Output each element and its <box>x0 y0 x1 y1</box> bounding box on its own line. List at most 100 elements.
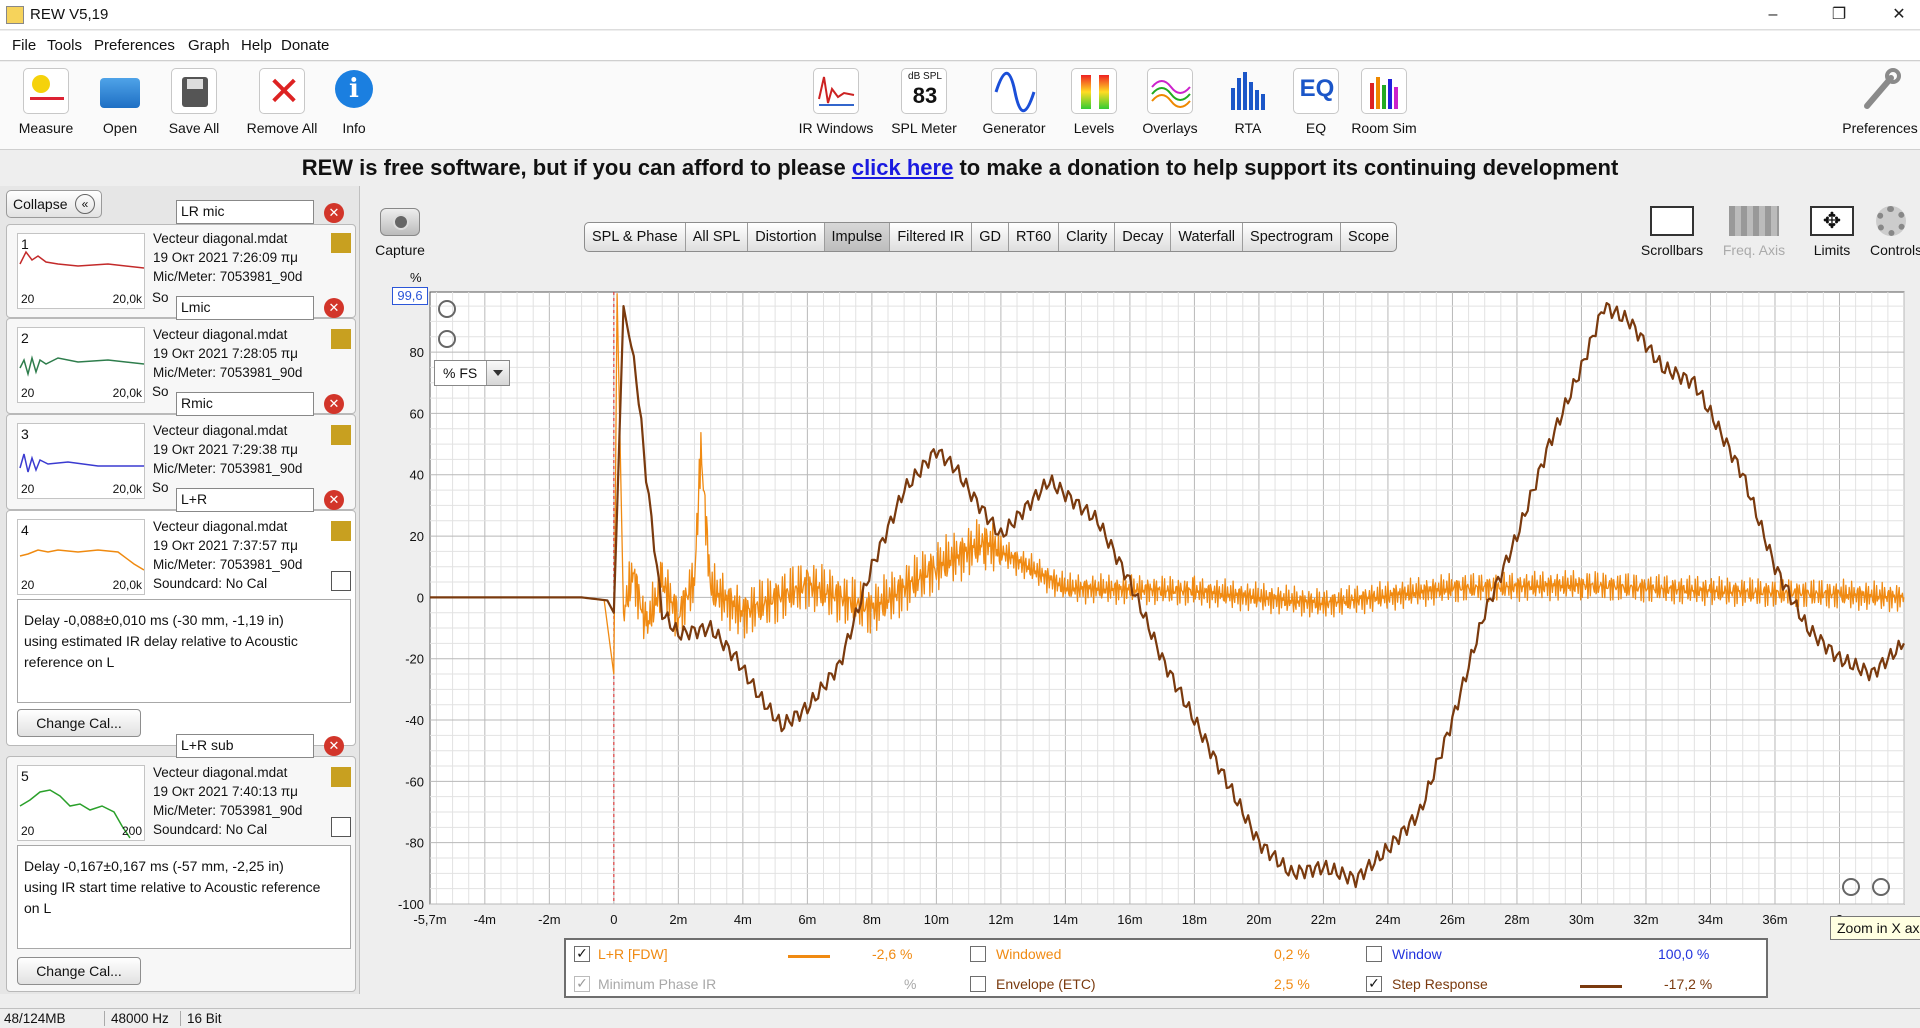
delay-description: Delay -0,088±0,010 ms (-30 mm, -1,19 in)… <box>17 599 351 703</box>
notes-icon[interactable] <box>331 571 351 591</box>
change-cal-button[interactable]: Change Cal... <box>17 957 141 985</box>
x-tick-label: 30m <box>1569 912 1594 927</box>
ir-windows-icon <box>813 68 859 114</box>
thumbnail-4: 4 20 20,0k <box>17 519 145 595</box>
notes-icon[interactable] <box>331 817 351 837</box>
capture-button[interactable]: Capture <box>372 204 428 258</box>
controls-button[interactable]: Controls <box>1860 206 1920 258</box>
tab-gd[interactable]: GD <box>972 223 1009 251</box>
tab-clarity[interactable]: Clarity <box>1059 223 1116 251</box>
soundcard: Soundcard: No Cal <box>153 822 268 837</box>
zoom-in-y-icon[interactable] <box>438 300 456 318</box>
ir-windows-button[interactable]: IR Windows <box>788 64 884 144</box>
freq-axis-button: Freq. Axis <box>1714 206 1794 258</box>
scrollbars-button[interactable]: Scrollbars <box>1632 206 1712 258</box>
spl-meter-icon: dB SPL 83 <box>901 68 947 114</box>
color-icon[interactable] <box>331 233 351 253</box>
x-tick-label: 16m <box>1117 912 1142 927</box>
tab-filtered-ir[interactable]: Filtered IR <box>890 223 973 251</box>
sample-rate-status: 48000 Hz <box>104 1011 169 1026</box>
camera-icon <box>380 208 420 236</box>
thumbnail-1: 1 20 20,0k <box>17 233 145 309</box>
collapse-icon: « <box>75 194 95 214</box>
tab-rt60[interactable]: RT60 <box>1009 223 1060 251</box>
app-icon <box>6 6 24 24</box>
trace-checkbox-windowed[interactable] <box>970 946 986 962</box>
remove-measurement-icon[interactable]: ✕ <box>324 736 344 756</box>
measurement-name-4[interactable]: L+R <box>176 488 314 512</box>
thumbnail-2: 2 20 20,0k <box>17 327 145 403</box>
measurement-card-4[interactable]: 4 20 20,0k Vecteur diagonal.mdat 19 Окт … <box>6 510 356 746</box>
tab-waterfall[interactable]: Waterfall <box>1171 223 1244 251</box>
menu-help[interactable]: Help <box>241 37 272 54</box>
file-name: Vecteur diagonal.mdat <box>153 231 288 246</box>
color-icon[interactable] <box>331 767 351 787</box>
chevron-down-icon[interactable] <box>486 361 509 385</box>
gear-icon <box>1876 206 1906 236</box>
menu-graph[interactable]: Graph <box>188 37 230 54</box>
tab-decay[interactable]: Decay <box>1115 223 1172 251</box>
x-tick-label: 26m <box>1440 912 1465 927</box>
trace-checkbox-envelope[interactable] <box>970 976 986 992</box>
banner-text-before: REW is free software, but if you can aff… <box>301 155 846 180</box>
zoom-out-y-icon[interactable] <box>438 330 456 348</box>
trace-legend: ✓ L+R [FDW] -2,6 % ✓ Minimum Phase IR % … <box>564 938 1768 998</box>
menu-file[interactable]: File <box>12 37 36 54</box>
x-tick-label: 32m <box>1633 912 1658 927</box>
restore-button[interactable]: ❐ <box>1816 2 1862 28</box>
spl-meter-button[interactable]: dB SPL 83 SPL Meter <box>876 64 972 144</box>
file-name: Vecteur diagonal.mdat <box>153 423 288 438</box>
measure-icon <box>23 68 69 114</box>
remove-measurement-icon[interactable]: ✕ <box>324 490 344 510</box>
x-tick-label: 10m <box>924 912 949 927</box>
date: 19 Окт 2021 7:28:05 πμ <box>153 346 298 361</box>
impulse-chart[interactable]: -5,7m -4m -2m 0 2m 4m 6m 8m 10m 12m 14m 16m 18m 20m 22… <box>390 288 1910 936</box>
measurement-card-5[interactable]: 5 20 200 Vecteur diagonal.mdat 19 Окт 20… <box>6 756 356 992</box>
collapse-button[interactable]: Collapse « <box>6 190 102 218</box>
trace-checkbox-step-response[interactable]: ✓ <box>1366 976 1382 992</box>
measurement-name-2[interactable]: Lmic <box>176 296 314 320</box>
tab-spectrogram[interactable]: Spectrogram <box>1243 223 1342 251</box>
color-icon[interactable] <box>331 521 351 541</box>
tab-distortion[interactable]: Distortion <box>748 223 825 251</box>
remove-measurement-icon[interactable]: ✕ <box>324 298 344 318</box>
trace-checkbox-window[interactable] <box>1366 946 1382 962</box>
color-icon[interactable] <box>331 425 351 445</box>
measurement-name-1[interactable]: LR mic <box>176 200 314 224</box>
change-cal-button[interactable]: Change Cal... <box>17 709 141 737</box>
info-button[interactable]: i Info <box>306 64 402 144</box>
tab-spl-phase[interactable]: SPL & Phase <box>585 223 686 251</box>
menu-donate[interactable]: Donate <box>281 37 329 54</box>
remove-measurement-icon[interactable]: ✕ <box>324 394 344 414</box>
remove-measurement-icon[interactable]: ✕ <box>324 203 344 223</box>
trace-checkbox-lr-fdw[interactable]: ✓ <box>574 946 590 962</box>
y-tick-label: -60 <box>405 774 424 789</box>
minimize-button[interactable]: – <box>1750 2 1796 28</box>
color-icon[interactable] <box>331 329 351 349</box>
measurement-name-5[interactable]: L+R sub <box>176 734 314 758</box>
tab-scope[interactable]: Scope <box>1341 223 1396 251</box>
close-button[interactable]: ✕ <box>1876 2 1920 28</box>
x-tick-label: 4m <box>734 912 752 927</box>
preferences-button[interactable]: Preferences <box>1830 64 1920 144</box>
menu-preferences[interactable]: Preferences <box>94 37 175 54</box>
y-max-field[interactable]: 99,6 <box>392 287 428 305</box>
eq-icon: EQ <box>1293 68 1339 114</box>
zoom-in-x-icon[interactable] <box>1872 878 1890 896</box>
menu-tools[interactable]: Tools <box>47 37 82 54</box>
tab-impulse[interactable]: Impulse <box>824 223 891 251</box>
measurement-name-3[interactable]: Rmic <box>176 392 314 416</box>
x-tick-label: -2m <box>538 912 560 927</box>
tab-all-spl[interactable]: All SPL <box>686 223 749 251</box>
legend-swatch <box>1580 985 1622 988</box>
file-name: Vecteur diagonal.mdat <box>153 765 288 780</box>
x-tick-label: -4m <box>474 912 496 927</box>
delay-description: Delay -0,167±0,167 ms (-57 mm, -2,25 in)… <box>17 845 351 949</box>
menu-bar: File Tools Preferences Graph Help Donate <box>0 31 1920 61</box>
date: 19 Окт 2021 7:37:57 πμ <box>153 538 298 553</box>
room-sim-button[interactable]: Room Sim <box>1336 64 1432 144</box>
x-tick-label: 34m <box>1698 912 1723 927</box>
save-all-button[interactable]: Save All <box>146 64 242 144</box>
zoom-out-x-icon[interactable] <box>1842 878 1860 896</box>
donate-link[interactable]: click here <box>852 155 954 180</box>
